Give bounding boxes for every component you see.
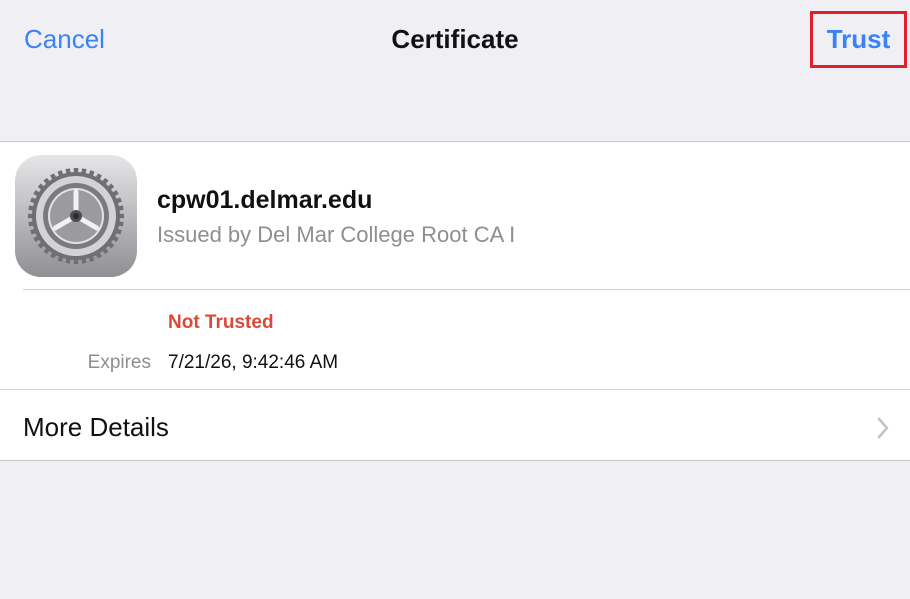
certificate-issuer: Issued by Del Mar College Root CA I: [157, 222, 516, 247]
more-details-row[interactable]: More Details: [0, 390, 910, 460]
trust-button[interactable]: Trust: [810, 11, 907, 68]
trust-button-label: Trust: [826, 24, 891, 54]
settings-gear-icon: [15, 155, 137, 277]
chevron-right-icon: [877, 417, 889, 439]
more-details-label: More Details: [23, 412, 169, 442]
trust-status: Not Trusted: [168, 312, 274, 333]
certificate-card: cpw01.delmar.edu Issued by Del Mar Colle…: [0, 141, 910, 461]
expires-value: 7/21/26, 9:42:46 AM: [168, 352, 339, 373]
navigation-bar: Cancel Certificate Trust: [0, 0, 910, 80]
certificate-host: cpw01.delmar.edu: [157, 186, 373, 214]
divider: [23, 289, 910, 290]
cancel-button[interactable]: Cancel: [24, 24, 105, 55]
page-title: Certificate: [391, 24, 519, 54]
expires-label: Expires: [87, 352, 151, 373]
